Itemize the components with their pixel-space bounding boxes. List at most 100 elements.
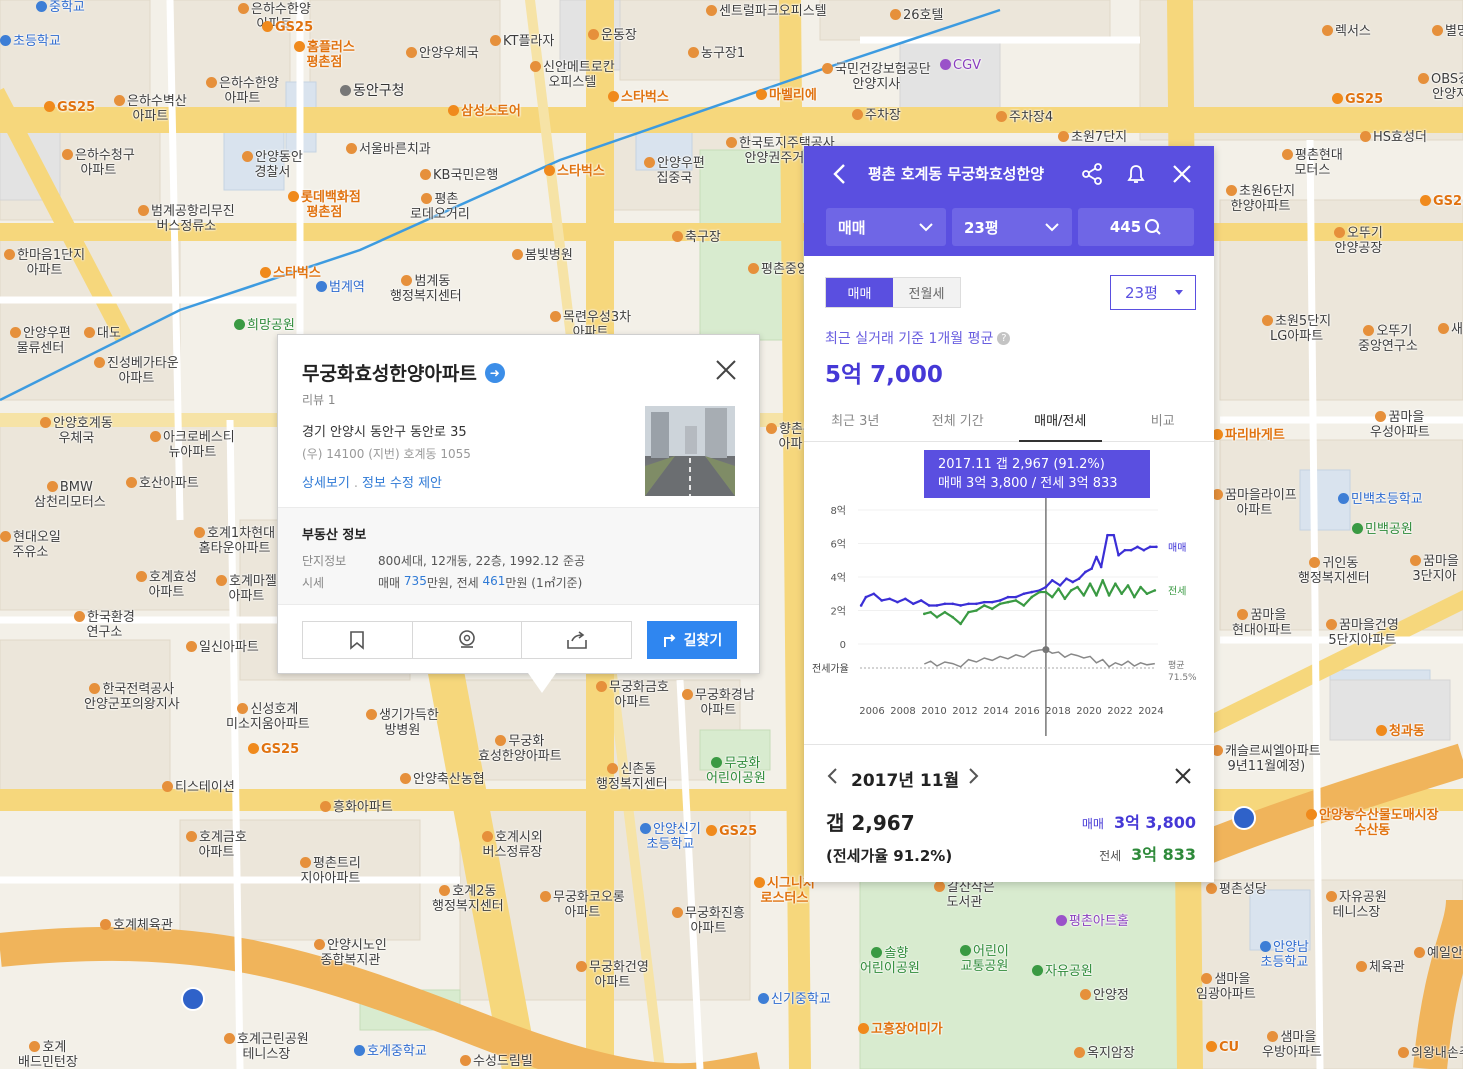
map-poi-label[interactable]: 신촌동 행정복지센터 xyxy=(596,762,668,792)
map-poi-label[interactable]: 예일안고 xyxy=(1414,946,1463,961)
map-poi-label[interactable]: KB국민은행 xyxy=(420,168,498,183)
map-poi-label[interactable]: 범계공항리무진 버스정류소 xyxy=(138,204,235,234)
map-poi-label[interactable]: 호계 배드민턴장 xyxy=(18,1040,78,1069)
map-poi-label[interactable]: 스타벅스 xyxy=(608,90,669,105)
map-poi-label[interactable]: GS25 xyxy=(706,824,757,839)
map-poi-label[interactable]: 호계체육관 xyxy=(100,918,173,933)
map-poi-label[interactable]: 삼성스토어 xyxy=(448,104,521,119)
map-poi-label[interactable]: 호계시외 버스정류장 xyxy=(482,830,543,860)
map-poi-label[interactable]: 초원5단지 LG아파트 xyxy=(1262,314,1331,344)
close-icon[interactable] xyxy=(713,357,739,383)
map-poi-label[interactable]: 고흥장어미가 xyxy=(858,1022,943,1037)
map-poi-label[interactable]: 평촌트리 지아아파트 xyxy=(300,856,361,886)
map-poi-label[interactable]: 주차장 xyxy=(852,108,901,123)
map-poi-label[interactable]: 꿈마을 우성아파트 xyxy=(1370,410,1430,440)
map-poi-label[interactable]: 일신아파트 xyxy=(186,640,259,655)
map-poi-label[interactable]: 아크로베스티 뉴아파트 xyxy=(150,430,235,460)
map-poi-label[interactable]: 어린이 교통공원 xyxy=(960,944,1009,974)
map-poi-label[interactable]: 티스테이션 xyxy=(162,780,235,795)
map-poi-label[interactable]: 생기가득한 방병원 xyxy=(366,708,439,738)
map-poi-label[interactable]: CGV xyxy=(940,58,981,73)
map-poi-label[interactable]: 솔향 어린이공원 xyxy=(860,946,920,976)
map-poi-label[interactable]: 평촌성당 xyxy=(1206,882,1267,897)
map-poi-label[interactable]: 안양우체국 xyxy=(406,46,479,61)
map-poi-label[interactable]: 마벨리에 xyxy=(756,88,817,103)
help-icon[interactable]: ? xyxy=(997,331,1011,345)
map-poi-label[interactable]: 안양시노인 종합복지관 xyxy=(314,938,387,968)
map-poi-label[interactable]: 국민건강보험공단 안양지사 xyxy=(822,62,931,92)
map-poi-label[interactable]: 의왕내손주 xyxy=(1398,1046,1463,1061)
map-poi-label[interactable]: 무궁화 효성한양아파트 xyxy=(478,734,562,764)
map-poi-label[interactable]: 안양호계동 우체국 xyxy=(40,416,113,446)
trade-type-select[interactable]: 매매 xyxy=(826,208,946,246)
bookmark-button[interactable] xyxy=(303,622,413,658)
map-poi-label[interactable]: 희망공원 xyxy=(234,318,295,333)
map-poi-label[interactable]: 동안구청 xyxy=(340,84,405,99)
map-poi-label[interactable]: 호계마젤 아파트 xyxy=(216,574,277,604)
review-count[interactable]: 리뷰 1 xyxy=(302,391,336,408)
map-poi-label[interactable]: KT플라자 xyxy=(490,34,554,49)
map-poi-label[interactable]: 대도 xyxy=(84,326,121,341)
map-poi-label[interactable]: CU xyxy=(1206,1040,1239,1055)
map-poi-label[interactable]: 오뚜기 안양공장 xyxy=(1334,226,1383,256)
chart-tab[interactable]: 전체 기간 xyxy=(907,398,1010,441)
map-poi-label[interactable]: 신성호계 미소지움아파트 xyxy=(226,702,310,732)
map-poi-label[interactable]: GS25 xyxy=(44,100,95,115)
map-poi-label[interactable]: 꿈마을건영 5단지아파트 xyxy=(1326,618,1399,648)
map-poi-label[interactable]: 신기중학교 xyxy=(758,992,831,1007)
chevron-right-icon[interactable] xyxy=(966,767,980,785)
close-icon[interactable] xyxy=(1170,162,1194,186)
map-poi-label[interactable]: 호계근린공원 테니스장 xyxy=(224,1032,309,1062)
chart-tab[interactable]: 비교 xyxy=(1112,398,1215,441)
map-poi-label[interactable]: 귀인동 행정복지센터 xyxy=(1298,556,1370,586)
map-poi-label[interactable]: 서울바른치과 xyxy=(346,142,431,157)
map-poi-label[interactable]: 평촌 로데오거리 xyxy=(410,192,470,222)
map-poi-label[interactable]: 중학교 xyxy=(36,0,85,15)
map-poi-label[interactable]: 안양정 xyxy=(1080,988,1129,1003)
map-poi-label[interactable]: GS25 xyxy=(262,20,313,35)
chevron-left-icon[interactable] xyxy=(826,767,840,785)
share-icon[interactable] xyxy=(1080,162,1104,186)
map-poi-label[interactable]: 평촌중앙 xyxy=(748,262,809,277)
map-poi-label[interactable]: HS효성더 xyxy=(1360,130,1427,145)
map-poi-label[interactable]: 무궁화건영 아파트 xyxy=(576,960,649,990)
map-poi-label[interactable]: 홈플러스 평촌점 xyxy=(294,40,355,70)
map-poi-label[interactable]: 수성드림빌 xyxy=(460,1054,533,1069)
close-icon[interactable] xyxy=(1174,767,1192,785)
map-poi-label[interactable]: GS25 xyxy=(248,742,299,757)
map-poi-label[interactable]: 안양남 초등학교 xyxy=(1260,940,1309,970)
map-poi-label[interactable]: 센트럴파크오피스텔 xyxy=(706,4,827,19)
map-poi-label[interactable]: 캐슬르씨엘아파트 9년11월예정) xyxy=(1212,744,1321,774)
map-poi-label[interactable]: GS25 xyxy=(1332,92,1383,107)
map-poi-label[interactable]: 현대오일 주유소 xyxy=(0,530,61,560)
map-poi-label[interactable]: 청과동 xyxy=(1376,724,1425,739)
map-poi-label[interactable]: 무궁화 어린이공원 xyxy=(706,756,766,786)
map-poi-label[interactable]: 무궁화경남 아파트 xyxy=(682,688,755,718)
toggle-sale[interactable]: 매매 xyxy=(826,278,893,307)
bell-icon[interactable] xyxy=(1124,162,1148,186)
map-poi-label[interactable]: 축구장 xyxy=(672,230,721,245)
size-dropdown[interactable]: 23평 xyxy=(1110,275,1196,310)
map-poi-label[interactable]: 오뚜기 중앙연구소 xyxy=(1358,324,1418,354)
map-poi-label[interactable]: 초원7단지 xyxy=(1058,130,1127,145)
map-poi-label[interactable]: 운동장 xyxy=(588,28,637,43)
map-poi-label[interactable]: 무궁화진흥 아파트 xyxy=(672,906,745,936)
map-poi-label[interactable]: BMW 삼천리모터스 xyxy=(34,480,106,510)
detail-link[interactable]: 상세보기 xyxy=(302,476,350,491)
map-poi-label[interactable]: 체육관 xyxy=(1356,960,1405,975)
map-poi-label[interactable]: 한국전력공사 안양군포의왕지사 xyxy=(84,682,180,712)
map-poi-label[interactable]: 스타벅스 xyxy=(260,266,321,281)
map-poi-label[interactable]: 호계금호 아파트 xyxy=(186,830,247,860)
map-poi-label[interactable]: 초등학교 xyxy=(0,34,61,49)
map-poi-label[interactable]: 신안메트로칸 오피스텔 xyxy=(530,60,615,90)
location-button[interactable] xyxy=(413,622,523,658)
listing-count-search[interactable]: 445 xyxy=(1078,208,1194,246)
map-poi-label[interactable]: 새중 xyxy=(1438,322,1463,337)
map-poi-label[interactable]: 26호텔 xyxy=(890,8,943,23)
chart-tab[interactable]: 최근 3년 xyxy=(804,398,907,441)
map-poi-label[interactable]: 은하수벽산 아파트 xyxy=(114,94,187,124)
map-poi-label[interactable]: 호계효성 아파트 xyxy=(136,570,197,600)
share-button[interactable] xyxy=(522,622,631,658)
map-poi-label[interactable]: 은하수한양 아파트 xyxy=(206,76,279,106)
map-poi-label[interactable]: 흥화아파트 xyxy=(320,800,393,815)
